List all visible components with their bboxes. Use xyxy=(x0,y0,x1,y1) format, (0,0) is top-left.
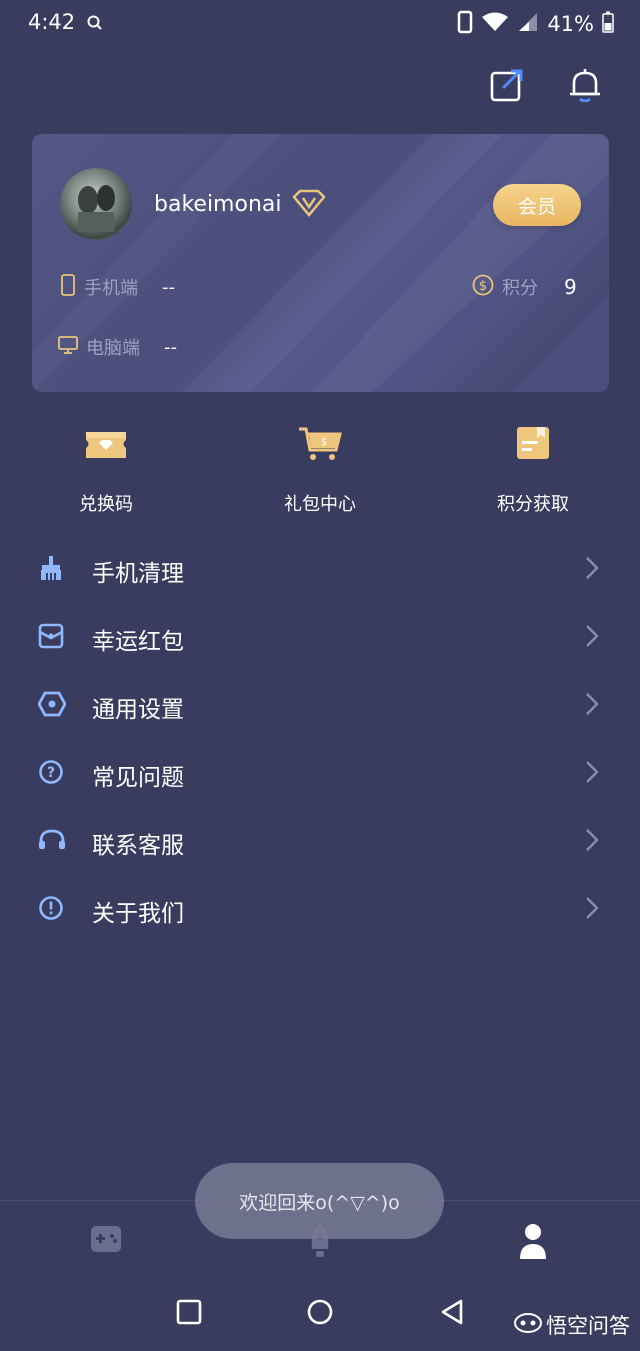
avatar[interactable] xyxy=(60,168,132,240)
chevron-right-icon xyxy=(584,896,600,924)
menu-label: 联系客服 xyxy=(92,833,184,859)
shortcut-earn-points[interactable]: 积分获取 xyxy=(453,420,613,520)
wifi-icon xyxy=(481,11,509,37)
settings-icon xyxy=(37,691,67,721)
points-row[interactable]: $ 积分 9 xyxy=(472,274,577,300)
shortcut-redeem-code[interactable]: 兑换码 xyxy=(26,420,186,520)
svg-text:$: $ xyxy=(479,279,487,294)
coin-icon: $ xyxy=(472,274,494,300)
mobile-label: 手机端 xyxy=(84,278,138,299)
profile-card[interactable]: bakeimonai 会员 手机端 -- $ 积分 9 电脑端 -- xyxy=(32,134,609,392)
chevron-right-icon xyxy=(584,828,600,856)
note-icon xyxy=(453,426,613,466)
home-button[interactable] xyxy=(306,1298,334,1330)
signal-icon xyxy=(517,11,539,37)
broom-icon xyxy=(38,555,64,585)
status-bar: 4:42 41% xyxy=(0,0,640,48)
tab-games[interactable] xyxy=(88,1221,128,1261)
question-icon: ? xyxy=(38,759,64,789)
chevron-right-icon xyxy=(584,624,600,652)
search-icon xyxy=(86,14,104,36)
chevron-right-icon xyxy=(584,556,600,584)
recent-apps-button[interactable] xyxy=(175,1298,203,1330)
menu-label: 幸运红包 xyxy=(92,629,184,655)
mobile-value: -- xyxy=(162,276,175,298)
tab-profile[interactable] xyxy=(515,1221,555,1261)
points-value: 9 xyxy=(564,275,577,299)
menu-item-lucky-red-packet[interactable]: 幸运红包 xyxy=(0,602,640,670)
mobile-icon xyxy=(60,274,76,300)
rocket-icon xyxy=(302,1223,338,1265)
chevron-right-icon xyxy=(584,760,600,788)
menu-item-faq[interactable]: ? 常见问题 xyxy=(0,738,640,806)
edit-button[interactable] xyxy=(490,68,524,102)
edit-icon xyxy=(490,69,524,106)
vip-diamond-icon xyxy=(291,188,327,222)
shortcut-gift-center[interactable]: $ 礼包中心 xyxy=(240,420,400,520)
menu-item-contact-support[interactable]: 联系客服 xyxy=(0,806,640,874)
battery-icon xyxy=(602,11,614,37)
svg-text:?: ? xyxy=(47,765,55,781)
svg-text:$: $ xyxy=(321,437,327,448)
menu-label: 常见问题 xyxy=(92,765,184,791)
pc-label: 电脑端 xyxy=(86,338,140,359)
menu-label: 关于我们 xyxy=(92,901,184,927)
mobile-row: 手机端 -- xyxy=(60,274,175,300)
watermark: 悟空问答 xyxy=(514,1310,630,1340)
battery-percent: 41% xyxy=(547,12,594,36)
menu-item-about-us[interactable]: 关于我们 xyxy=(0,874,640,942)
back-button[interactable] xyxy=(438,1298,466,1330)
notification-button[interactable] xyxy=(568,68,602,103)
red-packet-icon xyxy=(38,623,64,653)
headset-icon xyxy=(38,827,66,857)
shortcut-label: 兑换码 xyxy=(79,494,133,515)
ticket-icon xyxy=(26,426,186,466)
person-icon xyxy=(515,1224,551,1265)
welcome-toast: 欢迎回来o(^▽^)o xyxy=(195,1163,444,1239)
menu-label: 手机清理 xyxy=(92,561,184,587)
cart-icon: $ xyxy=(240,426,400,466)
points-label: 积分 xyxy=(502,278,538,299)
menu-item-general-settings[interactable]: 通用设置 xyxy=(0,670,640,738)
wukong-logo-icon xyxy=(514,1312,542,1339)
watermark-text: 悟空问答 xyxy=(546,1314,630,1338)
status-time: 4:42 xyxy=(28,10,76,34)
gamepad-icon xyxy=(88,1226,124,1261)
phone-icon xyxy=(457,10,473,38)
pc-value: -- xyxy=(164,336,177,358)
menu-item-phone-clean[interactable]: 手机清理 xyxy=(0,534,640,602)
bell-icon xyxy=(568,69,602,106)
member-button[interactable]: 会员 xyxy=(493,184,581,226)
monitor-icon xyxy=(58,336,78,358)
pc-row: 电脑端 -- xyxy=(58,334,177,360)
username: bakeimonai xyxy=(154,192,282,217)
shortcut-label: 礼包中心 xyxy=(284,494,356,515)
info-icon xyxy=(38,895,64,925)
chevron-right-icon xyxy=(584,692,600,720)
menu-label: 通用设置 xyxy=(92,697,184,723)
shortcut-label: 积分获取 xyxy=(497,494,569,515)
